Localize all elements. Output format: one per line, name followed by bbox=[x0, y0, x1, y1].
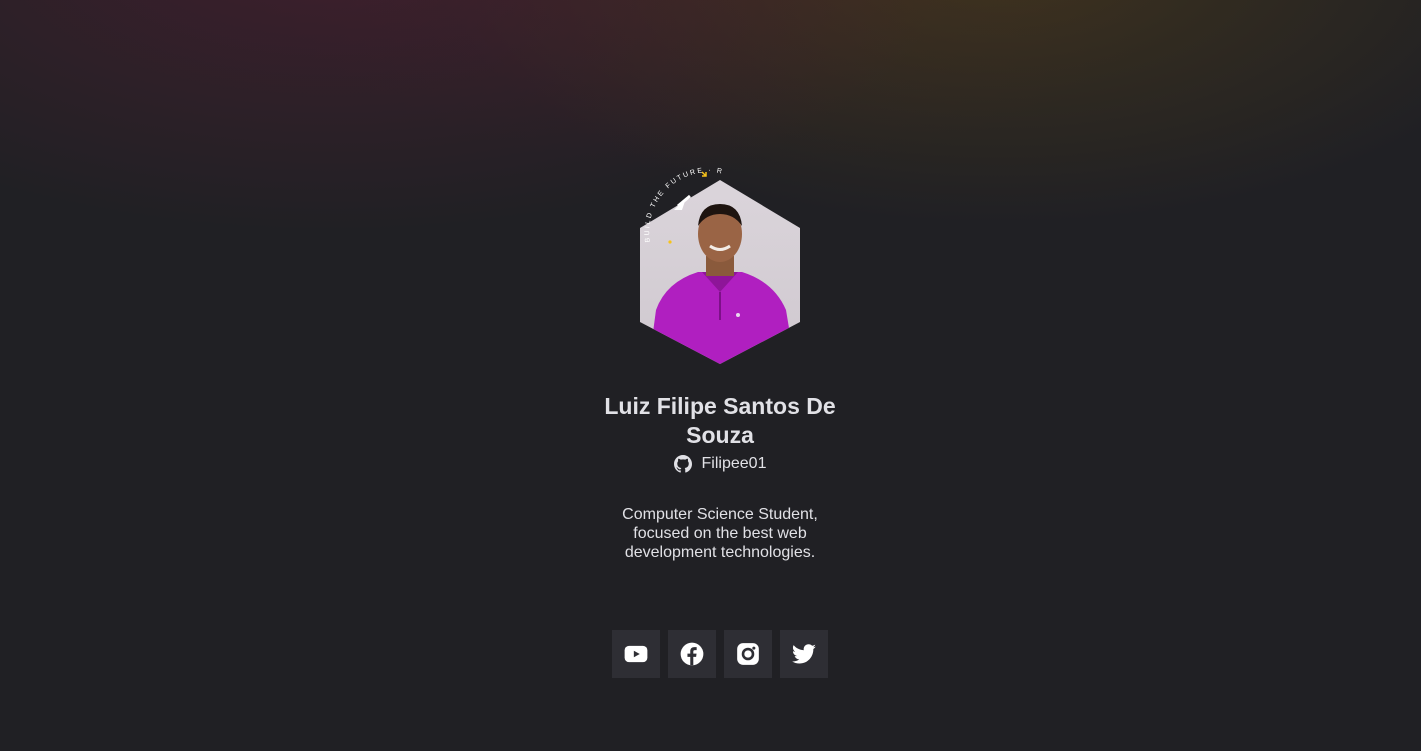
twitter-icon bbox=[791, 644, 816, 664]
avatar: BUILD THE FUTURE · ROCKETSEAT bbox=[626, 160, 812, 370]
youtube-button[interactable] bbox=[612, 630, 660, 678]
facebook-icon bbox=[680, 642, 704, 666]
profile-card: BUILD THE FUTURE · ROCKETSEAT Luiz Filip… bbox=[0, 0, 1421, 751]
social-links bbox=[612, 630, 828, 678]
instagram-button[interactable] bbox=[724, 630, 772, 678]
twitter-button[interactable] bbox=[780, 630, 828, 678]
avatar-hexagon-image: BUILD THE FUTURE · ROCKETSEAT bbox=[626, 160, 800, 364]
github-link[interactable]: Filipee01 bbox=[570, 453, 870, 475]
youtube-icon bbox=[624, 645, 648, 663]
github-username: Filipee01 bbox=[701, 455, 767, 472]
profile-name: Luiz Filipe Santos De Souza bbox=[604, 393, 836, 448]
facebook-button[interactable] bbox=[668, 630, 716, 678]
profile-bio: Computer Science Student, focused on the… bbox=[622, 506, 818, 561]
github-icon bbox=[673, 455, 692, 473]
instagram-icon bbox=[737, 643, 759, 665]
